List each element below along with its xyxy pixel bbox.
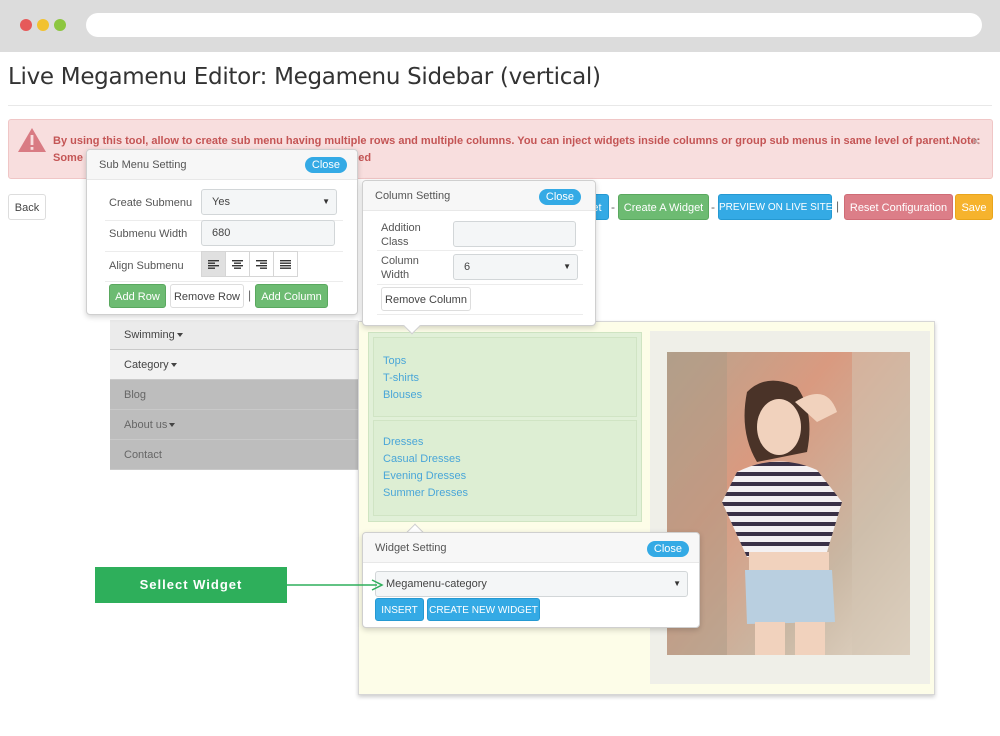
remove-column-button[interactable]: Remove Column [381, 287, 471, 311]
panel-title: Widget Setting [375, 542, 447, 554]
create-submenu-value: Yes [212, 196, 230, 208]
align-justify-icon[interactable] [273, 251, 298, 277]
submenu-width-label: Submenu Width [109, 228, 188, 240]
align-submenu-group [201, 251, 298, 277]
column-width-select[interactable]: 6 ▼ [453, 254, 578, 280]
browser-chrome [0, 0, 1000, 52]
divider [377, 314, 583, 315]
toolbar-separator: - [611, 200, 615, 214]
menu-item-swimming[interactable]: Swimming [110, 320, 358, 350]
align-right-icon[interactable] [249, 251, 274, 277]
save-button[interactable]: Save [955, 194, 993, 220]
column-width-label: Column [381, 255, 419, 267]
column-width-label: Width [381, 269, 410, 281]
create-submenu-label: Create Submenu [109, 197, 193, 209]
panel-title: Column Setting [375, 190, 451, 202]
align-submenu-label: Align Submenu [109, 260, 184, 272]
panel-title: Sub Menu Setting [99, 159, 187, 171]
widget-setting-panel: Widget Setting Close Megamenu-category ▼… [362, 532, 700, 628]
submenu-width-input[interactable]: 680 [201, 220, 335, 246]
addition-class-label: Class [381, 236, 409, 248]
preview-live-site-button[interactable]: PREVIEW ON LIVE SITE [718, 194, 832, 220]
widget-select-value: Megamenu-category [386, 578, 487, 590]
model-photo [667, 352, 910, 655]
menu-item-blog[interactable]: Blog [110, 380, 358, 410]
select-widget-callout: Sellect Widget [95, 567, 287, 603]
add-column-button[interactable]: Add Column [255, 284, 328, 308]
caret-down-icon [169, 423, 176, 428]
panel-header: Sub Menu Setting Close [87, 150, 357, 180]
caret-down-icon [176, 333, 183, 338]
warning-icon [18, 128, 46, 152]
button-separator: | [248, 288, 252, 302]
align-center-icon[interactable] [225, 251, 250, 277]
window-close-dot[interactable] [20, 19, 32, 31]
page: Live Megamenu Editor: Megamenu Sidebar (… [0, 52, 1000, 736]
address-bar[interactable] [86, 13, 982, 37]
close-button[interactable]: Close [538, 189, 581, 205]
addition-class-input[interactable] [453, 221, 576, 247]
create-new-widget-button[interactable]: CREATE NEW WIDGET [427, 598, 540, 621]
window-maximize-dot[interactable] [54, 19, 66, 31]
callout-arrow-icon [287, 579, 384, 591]
align-left-icon[interactable] [201, 251, 226, 277]
page-title: Live Megamenu Editor: Megamenu Sidebar (… [8, 64, 601, 90]
window-minimize-dot[interactable] [37, 19, 49, 31]
menu-item-label: Blog [124, 389, 147, 401]
category-link[interactable]: T-shirts [383, 372, 419, 384]
column-width-value: 6 [464, 261, 471, 273]
addition-class-label: Addition [381, 222, 421, 234]
dropdown-arrow-icon: ▼ [673, 579, 681, 588]
menu-item-label: Swimming [124, 329, 175, 341]
menu-item-label: Contact [124, 449, 162, 461]
column-setting-panel: Column Setting Close Addition Class Colu… [362, 180, 596, 326]
alert-text-line1: By using this tool, allow to create sub … [53, 135, 981, 147]
category-link[interactable]: Casual Dresses [383, 453, 461, 465]
alert-close-icon[interactable]: × [971, 133, 980, 150]
reset-configuration-button[interactable]: Reset Configuration [844, 194, 953, 220]
menu-item-label: Category [124, 359, 169, 371]
menu-item-about-us[interactable]: About us [110, 410, 358, 440]
add-row-button[interactable]: Add Row [109, 284, 166, 308]
create-widget-button[interactable]: Create A Widget [618, 194, 709, 220]
category-group-2 [373, 420, 637, 516]
category-link[interactable]: Summer Dresses [383, 487, 468, 499]
caret-down-icon [170, 363, 177, 368]
menu-item-label: About us [124, 419, 168, 431]
panel-header: Column Setting Close [363, 181, 595, 211]
title-divider [8, 105, 992, 106]
toolbar-separator: | [836, 199, 840, 213]
widget-select[interactable]: Megamenu-category ▼ [375, 571, 688, 597]
menu-item-category[interactable]: Category [110, 350, 358, 380]
close-button[interactable]: Close [304, 157, 347, 173]
close-button[interactable]: Close [646, 541, 689, 557]
dropdown-arrow-icon: ▼ [322, 197, 330, 206]
dropdown-arrow-icon: ▼ [563, 262, 571, 271]
toolbar-separator: - [711, 200, 715, 214]
category-link[interactable]: Evening Dresses [383, 470, 466, 482]
remove-row-button[interactable]: Remove Row [170, 284, 244, 308]
category-link[interactable]: Tops [383, 355, 406, 367]
category-link[interactable]: Blouses [383, 389, 422, 401]
create-submenu-select[interactable]: Yes ▼ [201, 189, 337, 215]
divider [377, 250, 583, 251]
insert-button[interactable]: INSERT [375, 598, 424, 621]
menu-item-contact[interactable]: Contact [110, 440, 358, 470]
submenu-setting-panel: Sub Menu Setting Close Create Submenu Ye… [86, 149, 358, 315]
divider [377, 284, 583, 285]
divider [105, 281, 343, 282]
back-button[interactable]: Back [8, 194, 46, 220]
category-link[interactable]: Dresses [383, 436, 423, 448]
panel-header: Widget Setting Close [363, 533, 699, 563]
